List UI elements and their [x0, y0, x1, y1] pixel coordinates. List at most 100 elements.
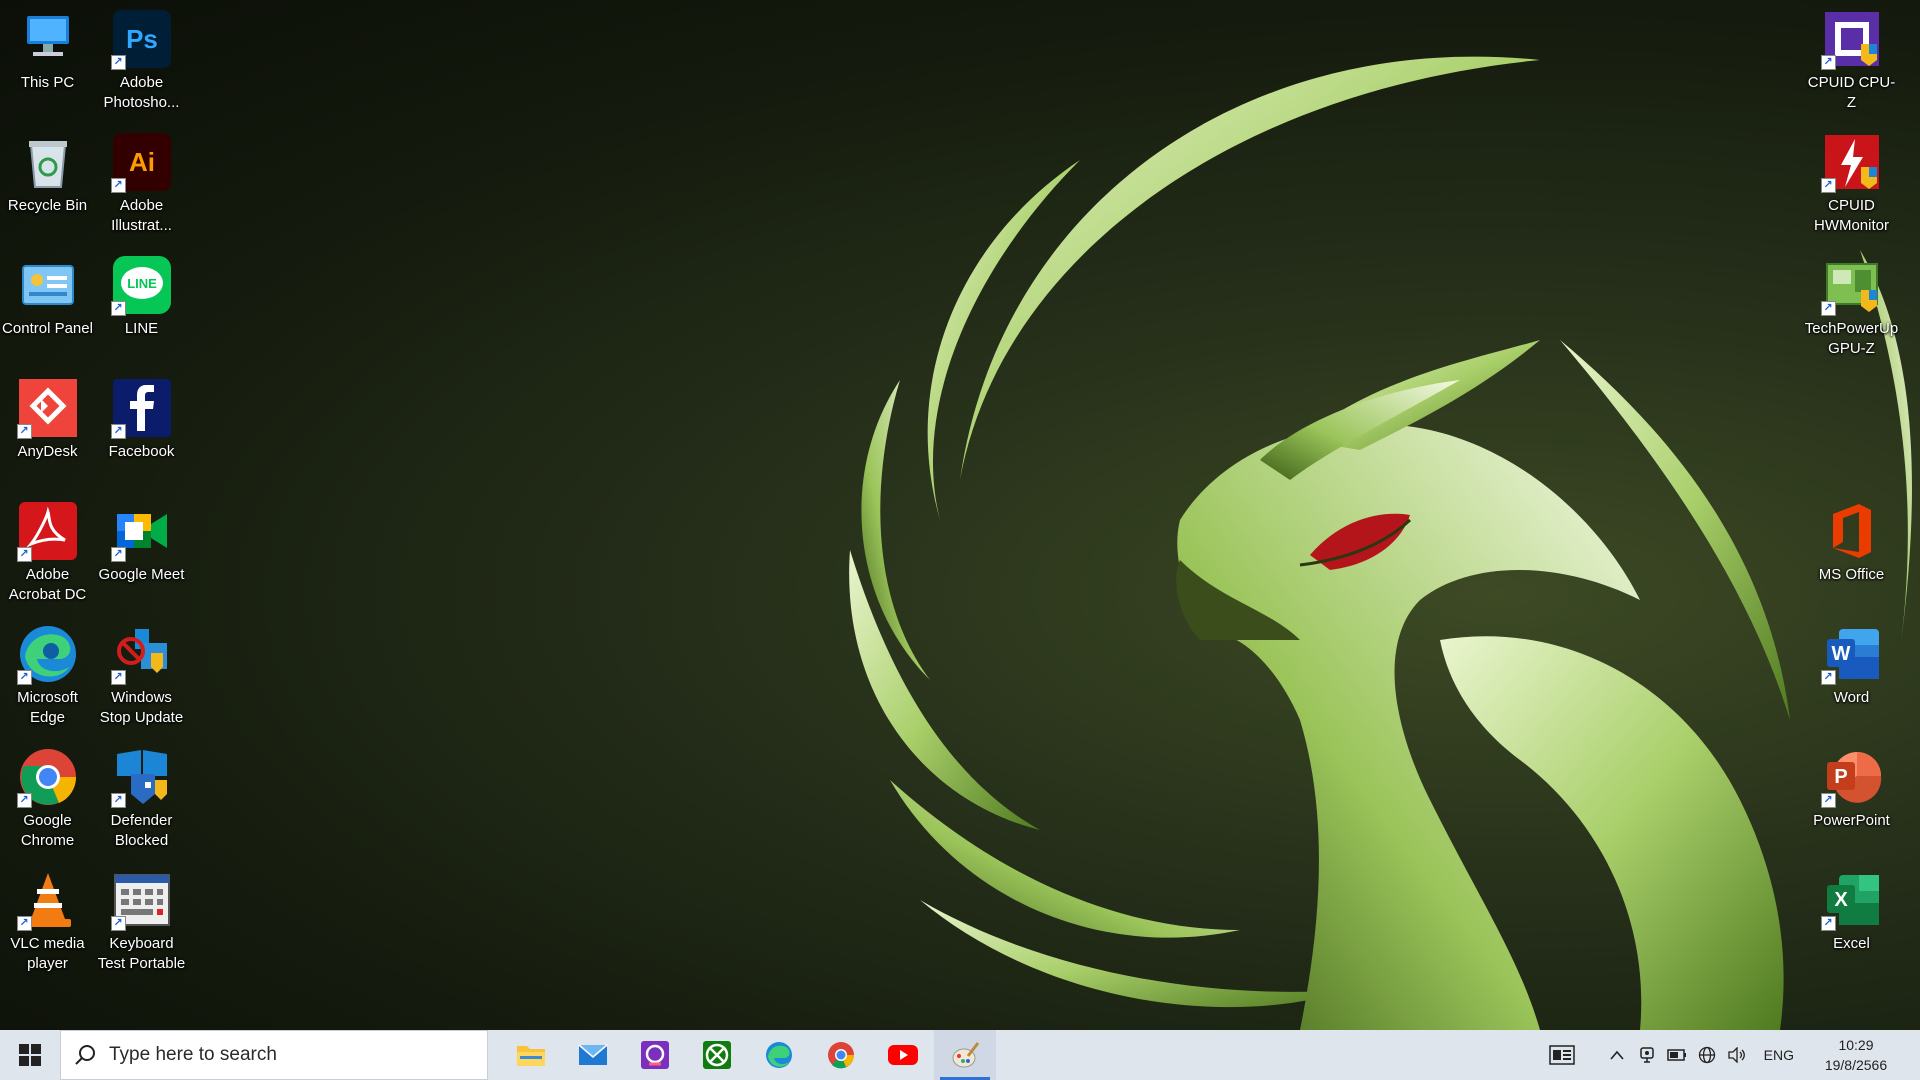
chrome-icon — [828, 1042, 854, 1069]
webcam-icon — [1639, 1047, 1654, 1063]
desktop-icon-adobe-acrobat[interactable]: ↗ Adobe Acrobat DC — [0, 492, 95, 612]
taskbar-mail[interactable] — [562, 1030, 624, 1080]
icon-label: Control Panel — [2, 320, 93, 337]
icon-label: VLC media player — [10, 935, 85, 972]
desktop-icon-control-panel[interactable]: Control Panel — [0, 246, 95, 366]
anydesk-icon: ↗ — [16, 377, 79, 439]
taskbar-chrome[interactable] — [810, 1030, 872, 1080]
desktop-icon-vlc[interactable]: ↗ VLC media player — [0, 861, 95, 981]
desktop-icon-cpu-z[interactable]: ↗ CPUID CPU-Z — [1804, 0, 1899, 120]
icon-label: Windows Stop Update — [99, 689, 184, 726]
desktop-icon-defender-blocked[interactable]: ↗ Defender Blocked — [94, 738, 189, 858]
taskbar-xbox[interactable] — [686, 1030, 748, 1080]
svg-text:LINE: LINE — [127, 276, 157, 291]
taskbar-youtube[interactable] — [872, 1030, 934, 1080]
windows-stop-update-icon: ↗ — [110, 623, 173, 685]
icon-label: Defender Blocked — [110, 812, 173, 849]
desktop-icon-this-pc[interactable]: This PC — [0, 0, 95, 120]
tray-network[interactable] — [1692, 1030, 1722, 1080]
desktop-icon-google-chrome[interactable]: ↗ Google Chrome — [0, 738, 95, 858]
svg-text:Ps: Ps — [126, 24, 158, 54]
acrobat-icon: ↗ — [16, 500, 79, 562]
chrome-icon: ↗ — [16, 746, 79, 808]
tray-battery[interactable] — [1662, 1030, 1692, 1080]
icon-label: Adobe Photosho... — [103, 74, 180, 111]
taskbar-search-box[interactable]: Type here to search — [60, 1030, 488, 1080]
desktop-icon-windows-stop-update[interactable]: ↗ Windows Stop Update — [94, 615, 189, 735]
battery-icon — [1666, 1049, 1686, 1061]
powerpoint-icon: P ↗ — [1820, 746, 1883, 808]
desktop-icon-powerpoint[interactable]: P ↗ PowerPoint — [1804, 738, 1899, 858]
icon-label: Keyboard Test Portable — [97, 935, 186, 972]
recycle-bin-icon — [17, 131, 79, 193]
icon-label: CPUID HWMonitor — [1813, 197, 1889, 234]
svg-text:Ai: Ai — [129, 147, 155, 177]
system-tray: ENG 10:29 19/8/2566 — [1540, 1030, 1920, 1080]
facebook-icon: ↗ — [110, 377, 173, 439]
desktop-icon-google-meet[interactable]: ↗ Google Meet — [94, 492, 189, 612]
icon-label: Recycle Bin — [7, 197, 88, 214]
photoshop-icon: Ps ↗ — [110, 8, 173, 70]
shortcut-arrow-icon: ↗ — [110, 55, 126, 70]
show-hidden-icons-button[interactable] — [1602, 1030, 1632, 1080]
desktop-icon-line[interactable]: LINE ↗ LINE — [94, 246, 189, 366]
desktop-icon-ms-office[interactable]: MS Office — [1804, 492, 1899, 612]
desktop-icon-word[interactable]: W ↗ Word — [1804, 615, 1899, 735]
taskbar-photo-app[interactable] — [624, 1030, 686, 1080]
clock-date: 19/8/2566 — [1824, 1057, 1888, 1073]
google-meet-icon: ↗ — [110, 500, 173, 562]
photo-app-icon — [641, 1041, 669, 1069]
taskbar-paint[interactable] — [934, 1030, 996, 1080]
tray-volume[interactable] — [1722, 1030, 1752, 1080]
icon-label: Facebook — [108, 443, 175, 460]
icon-label: Adobe Acrobat DC — [8, 566, 87, 603]
icon-label: PowerPoint — [1813, 812, 1890, 829]
clock[interactable]: 10:29 19/8/2566 — [1806, 1035, 1906, 1075]
shortcut-arrow-icon: ↗ — [110, 178, 126, 193]
shortcut-arrow-icon: ↗ — [1820, 55, 1836, 70]
shortcut-arrow-icon: ↗ — [110, 301, 126, 316]
icon-label: Adobe Illustrat... — [111, 197, 172, 234]
desktop-icon-adobe-photoshop[interactable]: Ps ↗ Adobe Photosho... — [94, 0, 189, 120]
desktop-icon-anydesk[interactable]: ↗ AnyDesk — [0, 369, 95, 489]
edge-icon — [766, 1042, 792, 1068]
desktop-icon-microsoft-edge[interactable]: ↗ Microsoft Edge — [0, 615, 95, 735]
desktop-icon-recycle-bin[interactable]: Recycle Bin — [0, 123, 95, 243]
shortcut-arrow-icon: ↗ — [110, 793, 126, 808]
taskbar-edge[interactable] — [748, 1030, 810, 1080]
chevron-up-icon — [1610, 1050, 1624, 1060]
svg-text:P: P — [1834, 766, 1847, 788]
edge-icon: ↗ — [16, 623, 79, 685]
line-icon: LINE ↗ — [110, 254, 173, 316]
desktop-icon-keyboard-test[interactable]: ↗ Keyboard Test Portable — [94, 861, 189, 981]
desktop-icon-adobe-illustrator[interactable]: Ai ↗ Adobe Illustrat... — [94, 123, 189, 243]
search-placeholder: Type here to search — [109, 1044, 277, 1065]
icon-label: Google Chrome — [20, 812, 75, 849]
icon-label: LINE — [124, 320, 159, 337]
input-language[interactable]: ENG — [1752, 1047, 1806, 1063]
news-widget-icon — [1548, 1045, 1575, 1065]
shortcut-arrow-icon: ↗ — [1820, 670, 1836, 685]
shortcut-arrow-icon: ↗ — [1820, 301, 1836, 316]
xbox-icon — [703, 1041, 731, 1069]
icon-label: Microsoft Edge — [17, 689, 78, 726]
desktop-icon-hwmonitor[interactable]: ↗ CPUID HWMonitor — [1804, 123, 1899, 243]
svg-text:W: W — [1831, 643, 1850, 665]
paint-icon — [952, 1042, 980, 1068]
taskbar-file-explorer[interactable] — [500, 1030, 562, 1080]
desktop-icon-excel[interactable]: X ↗ Excel — [1804, 861, 1899, 981]
icon-label: Google Meet — [98, 566, 185, 583]
icon-label: This PC — [20, 74, 75, 91]
task-view-button[interactable] — [1540, 1030, 1584, 1080]
shortcut-arrow-icon: ↗ — [16, 424, 32, 439]
desktop-icon-facebook[interactable]: ↗ Facebook — [94, 369, 189, 489]
shortcut-arrow-icon: ↗ — [16, 916, 32, 931]
youtube-icon — [888, 1045, 918, 1065]
tray-meet-now[interactable] — [1632, 1030, 1662, 1080]
cpu-z-icon: ↗ — [1820, 8, 1883, 70]
shortcut-arrow-icon: ↗ — [16, 793, 32, 808]
keyboard-test-icon: ↗ — [110, 869, 173, 931]
icon-label: AnyDesk — [17, 443, 78, 460]
start-button[interactable] — [0, 1030, 60, 1080]
desktop-icon-gpu-z[interactable]: ↗ TechPowerUp GPU-Z — [1804, 246, 1899, 366]
